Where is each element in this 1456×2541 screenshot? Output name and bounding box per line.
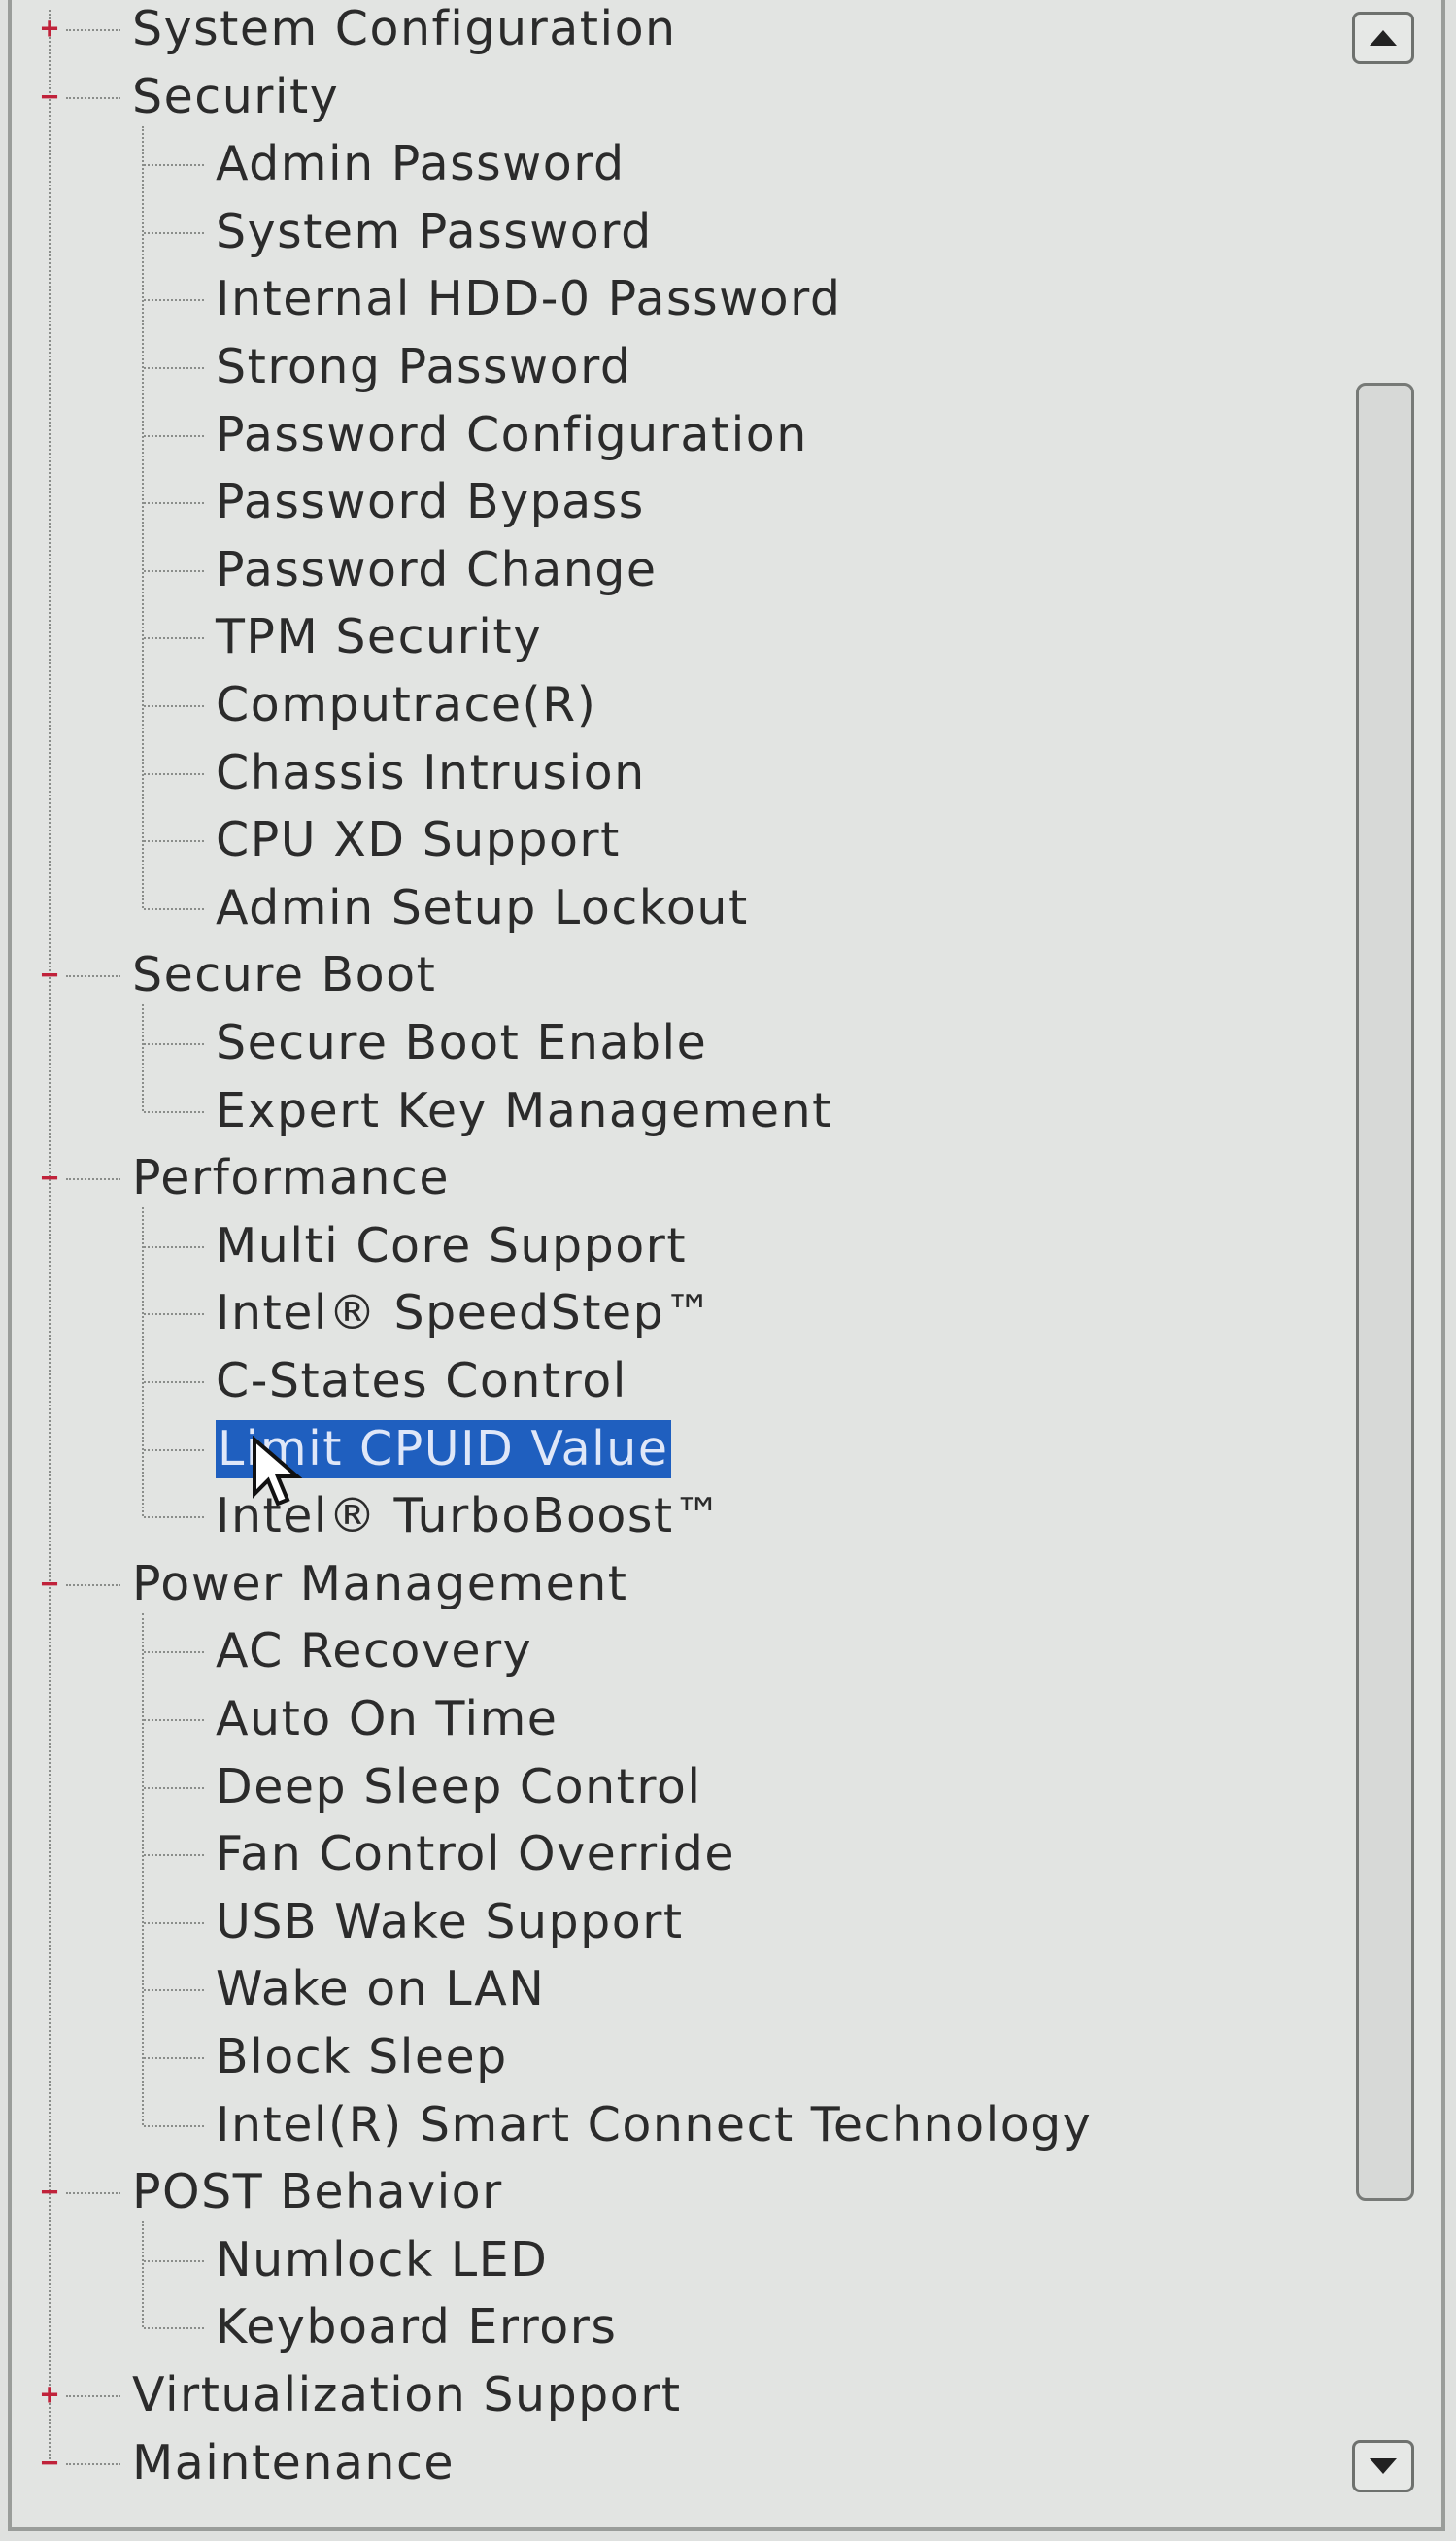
arrow-up-icon bbox=[1370, 30, 1397, 46]
expand-icon[interactable]: + bbox=[37, 15, 62, 44]
tree-connector bbox=[144, 1381, 204, 1383]
tree-item-deep-sleep-control[interactable]: Deep Sleep Control bbox=[216, 1758, 702, 1816]
expand-icon[interactable]: + bbox=[37, 2381, 62, 2410]
tree-connector bbox=[144, 1651, 204, 1654]
tree-item-password-configuration[interactable]: Password Configuration bbox=[216, 406, 808, 464]
tree-connector bbox=[144, 367, 204, 369]
tree-connector bbox=[144, 840, 204, 843]
tree-item-secure-boot-enable[interactable]: Secure Boot Enable bbox=[216, 1014, 707, 1072]
tree-item-multi-core-support[interactable]: Multi Core Support bbox=[216, 1217, 687, 1275]
tree-connector bbox=[66, 1178, 120, 1181]
tree-item-keyboard-errors[interactable]: Keyboard Errors bbox=[216, 2298, 617, 2356]
tree-category-security[interactable]: Security bbox=[132, 68, 339, 126]
tree-item-usb-wake-support[interactable]: USB Wake Support bbox=[216, 1893, 684, 1951]
arrow-down-icon bbox=[1370, 2458, 1397, 2474]
tree-item-admin-setup-lockout[interactable]: Admin Setup Lockout bbox=[216, 879, 749, 937]
tree-connector bbox=[144, 2327, 204, 2330]
tree-connector bbox=[144, 1786, 204, 1789]
tree-item-ac-recovery[interactable]: AC Recovery bbox=[216, 1622, 532, 1680]
tree-item-intel-speedstep[interactable]: Intel® SpeedStep™ bbox=[216, 1284, 714, 1342]
tree-item-block-sleep[interactable]: Block Sleep bbox=[216, 2028, 508, 2086]
tree-item-auto-on-time[interactable]: Auto On Time bbox=[216, 1690, 558, 1748]
tree-connector bbox=[66, 2462, 120, 2465]
tree-category-maintenance[interactable]: Maintenance bbox=[132, 2434, 455, 2492]
tree-connector bbox=[144, 907, 204, 910]
scrollbar-thumb[interactable] bbox=[1356, 383, 1414, 2201]
tree-item-fan-control-override[interactable]: Fan Control Override bbox=[216, 1825, 735, 1883]
settings-tree: + System Configuration − Security Admin Pass… bbox=[12, 0, 1342, 2541]
tree-connector bbox=[144, 502, 204, 505]
scroll-up-button[interactable] bbox=[1352, 12, 1414, 64]
tree-item-chassis-intrusion[interactable]: Chassis Intrusion bbox=[216, 744, 646, 802]
tree-item-system-password[interactable]: System Password bbox=[216, 203, 653, 261]
collapse-icon[interactable]: − bbox=[37, 2178, 62, 2207]
tree-branch-line bbox=[142, 1612, 144, 2125]
vertical-scrollbar[interactable] bbox=[1344, 8, 1422, 2514]
tree-connector bbox=[144, 164, 204, 167]
tree-connector bbox=[66, 96, 120, 99]
tree-connector bbox=[66, 29, 120, 31]
tree-connector bbox=[144, 1989, 204, 1992]
tree-connector bbox=[144, 705, 204, 707]
tree-connector bbox=[144, 1854, 204, 1857]
tree-item-strong-password[interactable]: Strong Password bbox=[216, 338, 631, 396]
collapse-icon[interactable]: − bbox=[37, 2448, 62, 2477]
mouse-cursor-icon bbox=[253, 1436, 303, 1507]
tree-trunk-line bbox=[49, 10, 51, 2463]
tree-item-intel-r-smart-connect-technology[interactable]: Intel(R) Smart Connect Technology bbox=[216, 2096, 1092, 2154]
tree-item-password-bypass[interactable]: Password Bypass bbox=[216, 473, 645, 531]
tree-connector bbox=[144, 1245, 204, 1248]
tree-connector bbox=[144, 231, 204, 234]
tree-connector bbox=[144, 434, 204, 437]
tree-item-admin-password[interactable]: Admin Password bbox=[216, 135, 626, 193]
settings-tree-panel: + System Configuration − Security Admin Pass… bbox=[8, 0, 1445, 2531]
tree-branch-line bbox=[142, 1207, 144, 1517]
tree-item-expert-key-management[interactable]: Expert Key Management bbox=[216, 1082, 832, 1140]
tree-item-internal-hdd-0-password[interactable]: Internal HDD-0 Password bbox=[216, 270, 842, 328]
tree-branch-line bbox=[142, 125, 144, 908]
collapse-icon[interactable]: − bbox=[37, 1164, 62, 1193]
tree-connector bbox=[144, 1313, 204, 1316]
collapse-icon[interactable]: − bbox=[37, 82, 62, 111]
tree-connector bbox=[144, 2124, 204, 2127]
tree-connector bbox=[144, 1448, 204, 1451]
tree-connector bbox=[144, 1110, 204, 1113]
tree-connector bbox=[144, 637, 204, 640]
tree-connector bbox=[144, 1921, 204, 1924]
tree-connector bbox=[144, 1719, 204, 1721]
tree-item-cpu-xd-support[interactable]: CPU XD Support bbox=[216, 811, 621, 869]
tree-category-performance[interactable]: Performance bbox=[132, 1149, 450, 1207]
tree-item-computrace-r[interactable]: Computrace(R) bbox=[216, 676, 596, 734]
tree-category-post-behavior[interactable]: POST Behavior bbox=[132, 2163, 503, 2221]
tree-category-virtualization-support[interactable]: Virtualization Support bbox=[132, 2366, 682, 2424]
tree-connector bbox=[66, 1583, 120, 1586]
tree-connector bbox=[144, 1043, 204, 1045]
collapse-icon[interactable]: − bbox=[37, 961, 62, 990]
tree-connector bbox=[144, 2057, 204, 2059]
tree-branch-line bbox=[142, 1004, 144, 1111]
tree-item-password-change[interactable]: Password Change bbox=[216, 541, 658, 599]
collapse-icon[interactable]: − bbox=[37, 1569, 62, 1598]
tree-category-secure-boot[interactable]: Secure Boot bbox=[132, 946, 436, 1004]
tree-category-system-configuration[interactable]: System Configuration bbox=[132, 0, 677, 58]
tree-item-tpm-security[interactable]: TPM Security bbox=[216, 608, 543, 666]
tree-item-wake-on-lan[interactable]: Wake on LAN bbox=[216, 1960, 545, 2018]
tree-item-numlock-led[interactable]: Numlock LED bbox=[216, 2231, 548, 2289]
tree-connector bbox=[144, 569, 204, 572]
tree-connector bbox=[66, 975, 120, 978]
tree-connector bbox=[144, 772, 204, 775]
scroll-down-button[interactable] bbox=[1352, 2440, 1414, 2492]
tree-connector bbox=[144, 1516, 204, 1519]
tree-category-power-management[interactable]: Power Management bbox=[132, 1555, 628, 1613]
tree-connector bbox=[66, 2395, 120, 2397]
tree-connector bbox=[144, 2259, 204, 2262]
tree-branch-line bbox=[142, 2221, 144, 2328]
tree-connector bbox=[66, 2192, 120, 2195]
tree-item-c-states-control[interactable]: C-States Control bbox=[216, 1352, 627, 1410]
tree-connector bbox=[144, 299, 204, 302]
